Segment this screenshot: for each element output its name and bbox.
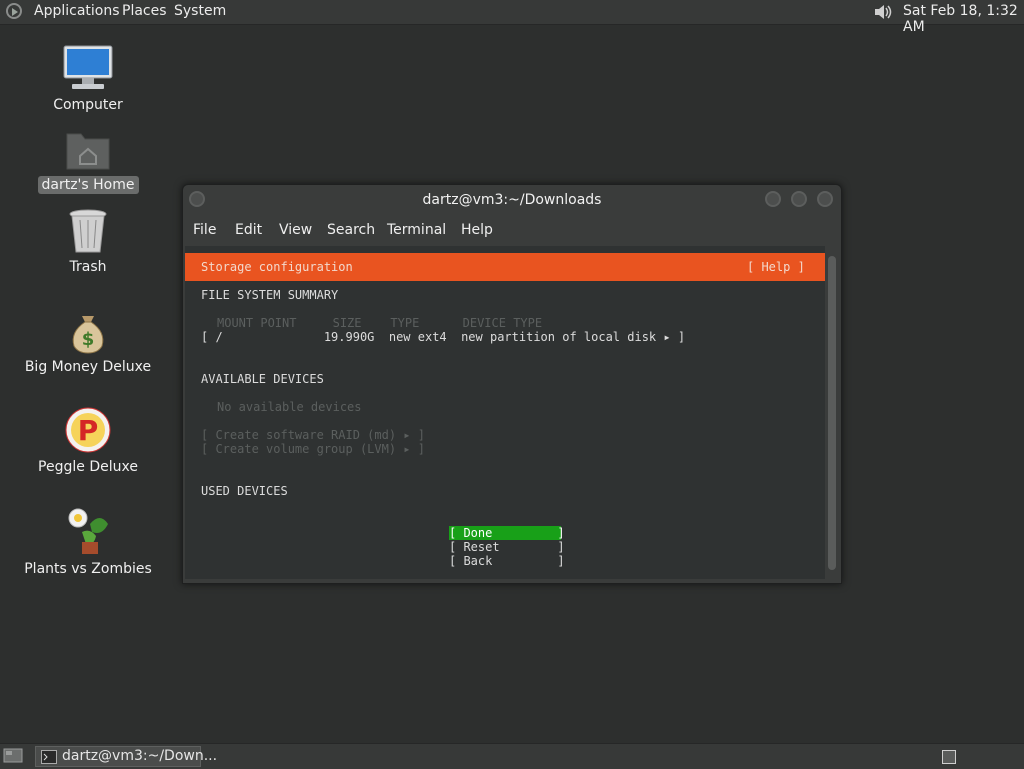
menu-search[interactable]: Search — [327, 222, 375, 238]
installer-header-title: Storage configuration — [201, 260, 353, 274]
system-menu[interactable]: System — [174, 3, 226, 19]
fs-column-headers: MOUNT POINT SIZE TYPE DEVICE TYPE — [217, 316, 543, 330]
desktop-icon-peggle[interactable]: P Peggle Deluxe — [18, 406, 158, 476]
taskbar-item-terminal[interactable]: dartz@vm3:~/Down... — [35, 746, 217, 767]
close-icon[interactable] — [817, 191, 833, 207]
fs-summary-heading: FILE SYSTEM SUMMARY — [201, 288, 339, 302]
done-button[interactable]: [ Done ] — [449, 526, 565, 540]
scrollbar-thumb[interactable] — [828, 256, 836, 570]
home-folder-icon — [66, 133, 110, 170]
plants-vs-zombies-icon — [68, 508, 108, 554]
menu-terminal[interactable]: Terminal — [387, 222, 446, 238]
money-bag-icon: $ — [72, 316, 104, 354]
terminal-content[interactable]: Storage configuration [ Help ] FILE SYST… — [185, 246, 825, 579]
applications-menu[interactable]: Applications — [34, 3, 120, 19]
distro-logo-icon[interactable] — [6, 3, 22, 19]
terminal-scrollbar[interactable] — [826, 246, 838, 579]
svg-text:$: $ — [82, 329, 95, 350]
trash-icon — [69, 209, 107, 253]
create-lvm-button: [ Create volume group (LVM) ▸ ] — [201, 442, 425, 456]
minimize-icon[interactable] — [765, 191, 781, 207]
maximize-icon[interactable] — [791, 191, 807, 207]
places-menu[interactable]: Places — [122, 3, 167, 19]
peggle-icon: P — [65, 407, 111, 453]
terminal-icon — [41, 750, 57, 764]
fs-row-root[interactable]: [ / 19.990G new ext4 new partition of lo… — [201, 330, 685, 344]
menu-edit[interactable]: Edit — [235, 222, 262, 238]
terminal-window[interactable]: dartz@vm3:~/Downloads File Edit View Sea… — [182, 184, 842, 584]
desktop-icon-label: Plants vs Zombies — [24, 561, 152, 577]
used-devices-heading: USED DEVICES — [201, 484, 288, 498]
desktop-icon-big-money[interactable]: $ Big Money Deluxe — [18, 308, 158, 376]
window-titlebar[interactable]: dartz@vm3:~/Downloads — [183, 185, 841, 217]
menu-file[interactable]: File — [193, 222, 216, 238]
create-raid-button: [ Create software RAID (md) ▸ ] — [201, 428, 425, 442]
taskbar-item-label: dartz@vm3:~/Down... — [62, 748, 218, 764]
computer-icon — [63, 45, 113, 89]
bottom-panel: dartz@vm3:~/Down... — [0, 743, 1024, 769]
desktop-icon-label: Big Money Deluxe — [24, 359, 152, 375]
show-desktop-icon[interactable] — [3, 747, 23, 765]
no-devices-text: No available devices — [217, 400, 362, 414]
menu-view[interactable]: View — [279, 222, 312, 238]
workspace-switcher[interactable] — [942, 750, 956, 764]
terminal-menubar: File Edit View Search Terminal Help — [183, 217, 841, 246]
desktop-icon-home[interactable]: dartz's Home — [18, 128, 158, 194]
svg-text:P: P — [78, 414, 99, 447]
menu-help[interactable]: Help — [461, 222, 493, 238]
desktop-icon-trash[interactable]: Trash — [18, 208, 158, 276]
desktop-icon-label: dartz's Home — [37, 176, 139, 194]
desktop-icon-label: Peggle Deluxe — [38, 459, 138, 475]
desktop-icon-label: Computer — [53, 97, 123, 113]
desktop-icon-plants-vs-zombies[interactable]: Plants vs Zombies — [18, 506, 158, 578]
desktop-icon-computer[interactable]: Computer — [18, 44, 158, 114]
window-title: dartz@vm3:~/Downloads — [422, 192, 602, 208]
available-devices-heading: AVAILABLE DEVICES — [201, 372, 324, 386]
back-button[interactable]: [ Back ] — [449, 554, 565, 568]
volume-icon[interactable] — [872, 2, 894, 22]
top-panel: Applications Places System Sat Feb 18, 1… — [0, 0, 1024, 35]
clock[interactable]: Sat Feb 18, 1:32 AM — [903, 3, 1024, 35]
desktop-icon-label: Trash — [69, 259, 107, 275]
help-button[interactable]: [ Help ] — [747, 260, 805, 274]
reset-button[interactable]: [ Reset ] — [449, 540, 565, 554]
